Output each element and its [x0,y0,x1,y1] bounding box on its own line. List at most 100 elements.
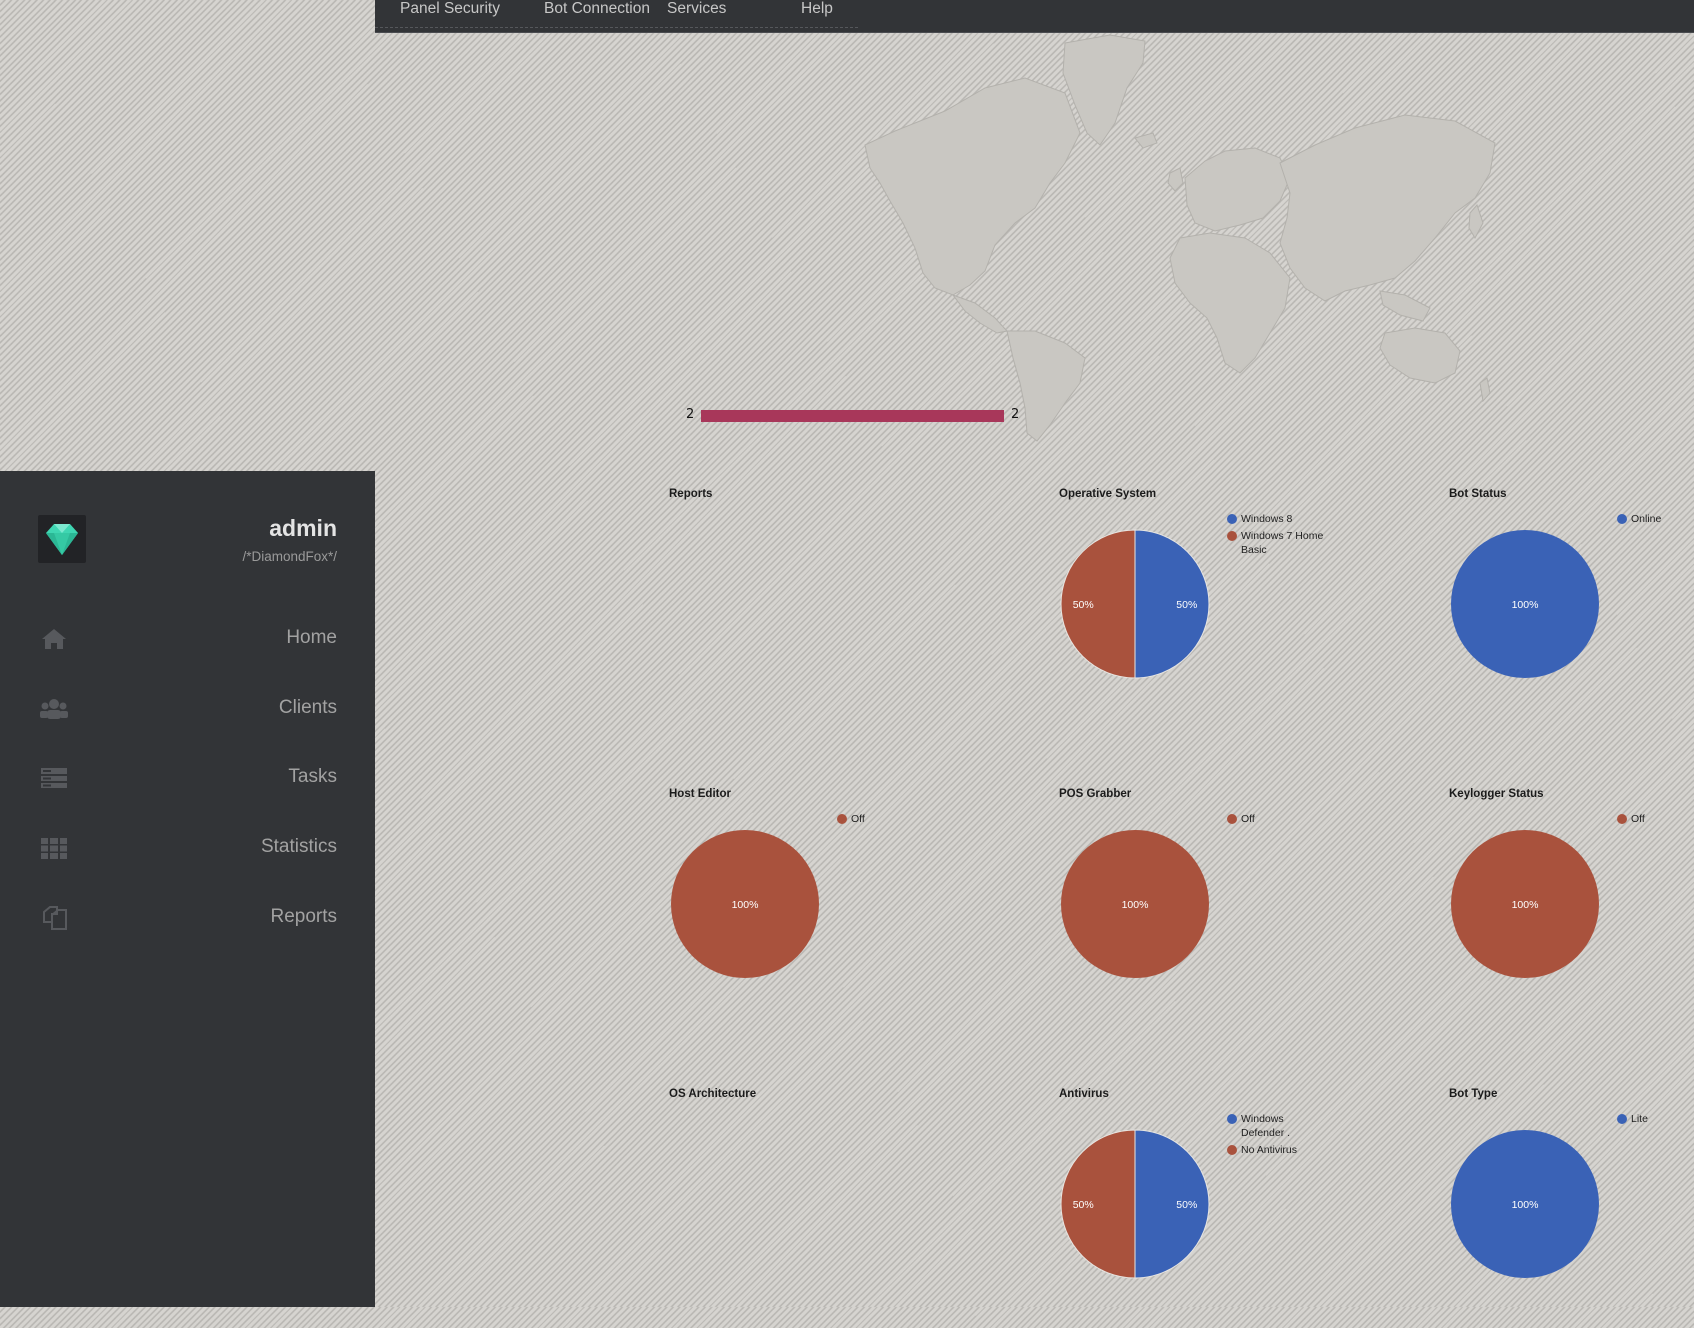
pie-chart: 100% [1451,1130,1599,1278]
sidebar-item-tasks[interactable]: Tasks [0,750,375,806]
chart-legend: Windows Defender . No Antivirus [1227,1112,1327,1160]
sidebar-item-label: Statistics [260,836,337,857]
legend-dot [1227,1114,1237,1124]
chart-legend: Off [837,812,937,829]
chart-legend: Online [1617,512,1694,529]
pie-chart: 100% [1451,830,1599,978]
legend-label: Off [1631,813,1645,825]
map-legend-min: 2 [686,407,695,422]
pie-chart: 100% [1451,530,1599,678]
map-region-southeast-asia [1379,290,1431,322]
chart-panel-pos-grabber: POS Grabber 100% Off [1059,788,1399,1028]
sidebar-item-reports[interactable]: Reports [0,890,375,946]
map-region-uk [1167,167,1184,192]
diamond-logo [38,515,86,563]
chart-panel-host-editor: Host Editor 100% Off [669,788,1009,1028]
pie-chart: 50% 50% [1060,1129,1210,1279]
chart-legend: Windows 8 Windows 7 Home Basic [1227,512,1327,560]
copy-icon [43,906,67,930]
chart-title: Antivirus [1059,1088,1109,1100]
slice-label: 50% [1176,1199,1197,1211]
pie-chart [669,528,829,688]
slice-label: 50% [1073,1199,1094,1211]
home-icon [42,629,66,649]
legend-label: Off [851,813,865,825]
chart-title: OS Architecture [669,1088,757,1100]
map-region-north-america [864,77,1081,296]
slice-label: 100% [1512,1199,1539,1211]
pie-slice[interactable] [1134,529,1210,679]
chart-panel-antivirus: Antivirus 50% 50% Windows Defender . No An… [1059,1088,1399,1328]
legend-entry[interactable]: Windows 8 [1227,512,1327,526]
users-icon [40,699,68,719]
map-region-japan [1468,204,1484,240]
slice-label: 100% [732,899,759,911]
legend-entry[interactable]: No Antivirus [1227,1143,1327,1157]
nav-bot-connection[interactable]: Bot Connection [544,0,650,28]
legend-label: Lite [1631,1113,1648,1125]
legend-entry[interactable]: Lite [1617,1112,1694,1126]
legend-dot [1227,814,1237,824]
map-region-australia [1379,327,1461,384]
chart-title: Reports [669,488,713,500]
nav-panel-security[interactable]: Panel Security [400,0,500,28]
legend-dot [1227,1145,1237,1155]
legend-entry[interactable]: Off [837,812,937,826]
slice-label: 100% [1122,899,1149,911]
top-navigation: Panel Security Bot Connection Services H… [375,0,1694,33]
legend-dot [1617,514,1627,524]
legend-dot [1227,514,1237,524]
map-region-new-zealand [1479,377,1491,403]
world-map[interactable] [375,33,1694,453]
chart-panel-keylogger: Keylogger Status 100% Off [1449,788,1694,1028]
slice-label: 50% [1073,599,1094,611]
chart-title: Operative System [1059,488,1157,500]
tasks-icon [41,768,67,788]
legend-label: Online [1631,513,1662,525]
user-name: admin [269,515,337,541]
nav-divider [375,27,858,28]
legend-label: Windows 8 [1241,513,1293,525]
nav-services[interactable]: Services [667,0,726,28]
map-region-iceland [1134,132,1158,149]
legend-dot [1617,1114,1627,1124]
chart-title: Host Editor [669,788,731,800]
pie-chart: 100% [1061,830,1209,978]
map-region-central-america [951,293,1008,334]
legend-entry[interactable]: Online [1617,512,1694,526]
legend-entry[interactable]: Off [1617,812,1694,826]
diamond-icon [46,524,78,555]
sidebar-item-label: Reports [270,906,337,927]
nav-help[interactable]: Help [801,0,833,28]
pie-slice[interactable] [1134,1129,1210,1279]
sidebar-item-clients[interactable]: Clients [0,681,375,737]
legend-label: Windows Defender . [1241,1113,1291,1139]
legend-dot [837,814,847,824]
chart-title: Bot Type [1449,1088,1498,1100]
sidebar-item-home[interactable]: Home [0,611,375,667]
sidebar-item-statistics[interactable]: Statistics [0,820,375,876]
chart-panel-os-arch: OS Architecture [669,1088,1009,1328]
map-region-south-america [1006,330,1086,442]
legend-entry[interactable]: Windows 7 Home Basic [1227,529,1327,557]
map-region-africa [1169,232,1291,374]
legend-label: Off [1241,813,1255,825]
chart-title: Keylogger Status [1449,788,1544,800]
chart-legend: Off [1227,812,1327,829]
chart-panel-bot-status: Bot Status 100% Online [1449,488,1694,728]
legend-dot [1227,531,1237,541]
legend-entry[interactable]: Windows Defender . [1227,1112,1327,1140]
legend-entry[interactable]: Off [1227,812,1327,826]
user-subtitle: /*DiamondFox*/ [242,549,337,564]
sidebar-item-label: Clients [278,697,337,718]
legend-label: Windows 7 Home Basic [1241,530,1324,556]
sidebar-item-label: Home [286,627,337,648]
map-region-europe [1184,147,1291,232]
pie-chart: 100% [671,830,819,978]
pie-chart: 50% 50% [1060,529,1210,679]
chart-panel-os: Operative System 50% 50% Windows 8 Windows… [1059,488,1399,728]
map-region-asia [1279,114,1496,302]
chart-legend: Lite [1617,1112,1694,1129]
grid-icon [41,838,67,859]
sidebar: admin /*DiamondFox*/ Home Clients Tasks [0,471,375,1307]
